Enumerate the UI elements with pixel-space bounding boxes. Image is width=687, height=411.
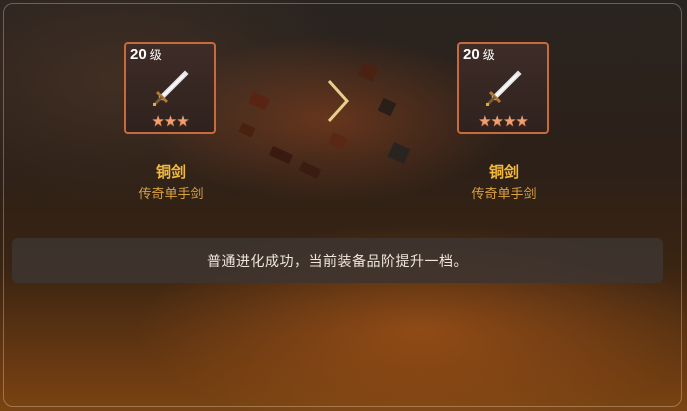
item-card-before: 20 级 ★★★ xyxy=(124,42,216,134)
level-number: 20 xyxy=(463,46,480,63)
level-number: 20 xyxy=(130,46,147,63)
level-unit: 级 xyxy=(149,48,162,62)
item-type-before: 传奇单手剑 xyxy=(138,187,204,202)
item-card-after: 20 级 ★★★★ xyxy=(457,42,549,134)
result-message: 普通进化成功，当前装备品阶提升一档。 xyxy=(207,253,468,270)
level-unit: 级 xyxy=(482,48,495,62)
star-rating: ★★★★ xyxy=(478,112,529,130)
item-name-before: 铜剑 xyxy=(155,163,186,181)
level-label: 20 级 xyxy=(463,46,495,63)
result-message-bar: 普通进化成功，当前装备品阶提升一档。 xyxy=(12,238,663,283)
sword-icon xyxy=(153,70,189,106)
item-name-after: 铜剑 xyxy=(488,163,519,181)
chevron-right-icon xyxy=(327,79,350,123)
level-label: 20 级 xyxy=(130,46,162,63)
item-type-after: 传奇单手剑 xyxy=(471,187,537,202)
dialog-frame xyxy=(3,3,682,407)
star-rating: ★★★ xyxy=(151,112,189,130)
sword-icon xyxy=(486,70,522,106)
